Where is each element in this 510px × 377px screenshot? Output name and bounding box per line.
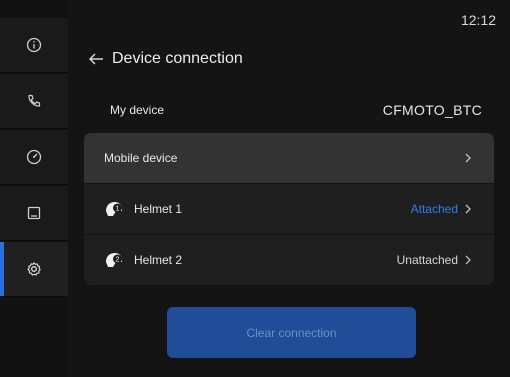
helmet-2-label: Helmet 2 xyxy=(134,253,183,267)
status-clock: 12:12 xyxy=(460,12,496,28)
sidebar xyxy=(0,0,68,377)
clear-connection-button[interactable]: Clear connection xyxy=(167,307,416,358)
helmet-2-row[interactable]: 2 Helmet 2 Unattached xyxy=(84,235,494,285)
helmet-icon: 2 xyxy=(106,253,122,267)
phone-icon xyxy=(28,94,41,107)
chevron-right-icon xyxy=(465,153,471,163)
sidebar-item-dashboard[interactable] xyxy=(0,130,68,185)
gauge-icon xyxy=(26,149,42,165)
settings-icon xyxy=(27,262,41,276)
chevron-right-icon xyxy=(465,204,471,214)
sidebar-item-display[interactable] xyxy=(0,186,68,241)
helmet-1-badge: 1 xyxy=(116,206,120,213)
my-device-label: My device xyxy=(110,103,165,117)
helmet-icon: 1 xyxy=(106,202,122,216)
my-device-row: My device CFMOTO_BTC xyxy=(88,92,494,128)
chevron-right-icon xyxy=(465,255,471,265)
sidebar-item-settings[interactable] xyxy=(0,242,68,297)
sidebar-item-phone[interactable] xyxy=(0,74,68,129)
helmet-1-row[interactable]: 1 Helmet 1 Attached xyxy=(84,184,494,234)
mobile-device-row[interactable]: Mobile device xyxy=(84,133,494,183)
sidebar-item-info[interactable] xyxy=(0,18,68,73)
mobile-device-label: Mobile device xyxy=(104,151,178,165)
page-title: Device connection xyxy=(112,50,243,67)
helmet-2-badge: 2 xyxy=(116,257,120,264)
my-device-value: CFMOTO_BTC xyxy=(382,102,482,118)
screen-icon xyxy=(27,206,41,220)
screen: 12:12 Device connection My device CFMOTO… xyxy=(0,0,510,377)
back-button[interactable]: Device connection xyxy=(88,50,243,68)
helmet-1-status: Attached xyxy=(410,202,458,216)
info-icon xyxy=(26,37,42,53)
helmet-1-label: Helmet 1 xyxy=(134,202,183,216)
back-arrow-icon xyxy=(89,53,103,65)
helmet-2-status: Unattached xyxy=(396,253,458,267)
